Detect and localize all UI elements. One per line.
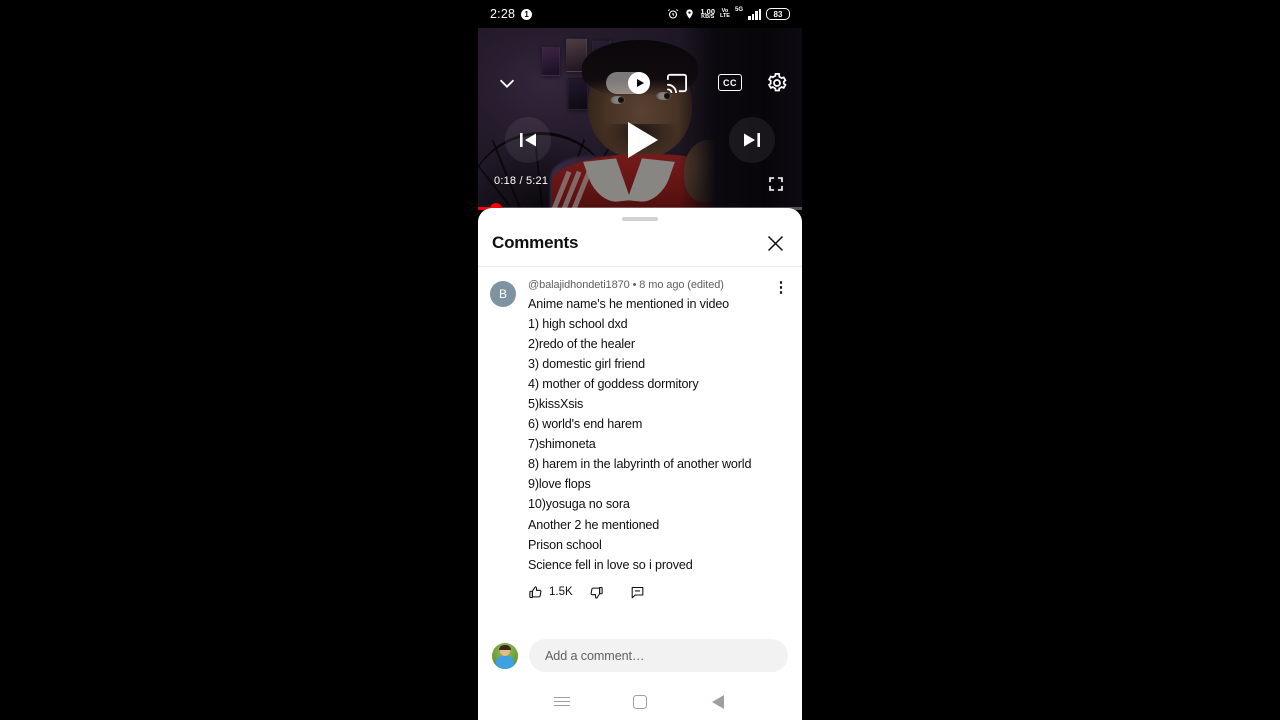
signal-bars-icon bbox=[748, 8, 761, 20]
status-bar-left: 2:28 1 bbox=[490, 7, 533, 21]
recents-glyph bbox=[554, 694, 570, 708]
status-bar: 2:28 1 1.00 KB/S Vo LTE 5G 83 bbox=[478, 0, 802, 28]
play-icon[interactable] bbox=[620, 120, 660, 160]
recents-icon[interactable] bbox=[523, 683, 601, 720]
volte-line-2: LTE bbox=[720, 13, 730, 19]
volte-icon: Vo LTE bbox=[720, 8, 730, 20]
notification-count-badge: 1 bbox=[521, 8, 533, 20]
page-title: Comments bbox=[492, 233, 579, 252]
add-comment-bar: Add a comment… bbox=[478, 630, 802, 683]
back-glyph bbox=[702, 694, 724, 709]
comment-body: @balajidhondeti1870 • 8 mo ago (edited) … bbox=[516, 279, 772, 600]
screen-root: 2:28 1 1.00 KB/S Vo LTE 5G 83 CC 0:18 / … bbox=[0, 0, 1280, 720]
autoplay-toggle[interactable] bbox=[606, 72, 650, 94]
avatar[interactable]: B bbox=[490, 280, 516, 307]
chevron-down-icon[interactable] bbox=[496, 72, 518, 94]
captions-button[interactable]: CC bbox=[718, 74, 742, 91]
comments-header: Comments bbox=[478, 221, 802, 266]
user-avatar[interactable] bbox=[492, 642, 518, 669]
comment-meta[interactable]: @balajidhondeti1870 • 8 mo ago (edited) bbox=[528, 279, 768, 291]
data-rate-unit: KB/S bbox=[701, 14, 715, 20]
comment-item: B @balajidhondeti1870 • 8 mo ago (edited… bbox=[478, 279, 802, 600]
close-icon[interactable] bbox=[765, 233, 786, 254]
video-player[interactable]: CC 0:18 / 5:21 bbox=[478, 28, 802, 210]
alarm-icon bbox=[668, 9, 679, 19]
time-display: 0:18 / 5:21 bbox=[494, 175, 549, 187]
thumbs-down-icon bbox=[590, 586, 603, 599]
previous-track-icon[interactable] bbox=[516, 128, 540, 152]
comments-list[interactable]: B @balajidhondeti1870 • 8 mo ago (edited… bbox=[478, 267, 802, 631]
like-count: 1.5K bbox=[549, 586, 573, 599]
comments-sheet: Comments B @balajidhondeti1870 • 8 mo ag… bbox=[478, 208, 802, 683]
thumbs-up-icon bbox=[529, 586, 542, 598]
autoplay-toggle-knob bbox=[628, 72, 650, 94]
status-bar-right: 1.00 KB/S Vo LTE 5G 83 bbox=[667, 7, 790, 21]
home-glyph bbox=[633, 694, 647, 709]
phone-viewport: 2:28 1 1.00 KB/S Vo LTE 5G 83 CC 0:18 / … bbox=[478, 0, 802, 720]
like-button[interactable]: 1.5K bbox=[528, 585, 573, 600]
back-icon[interactable] bbox=[679, 683, 757, 720]
add-comment-input[interactable]: Add a comment… bbox=[529, 639, 788, 672]
reply-button[interactable] bbox=[630, 585, 645, 600]
battery-icon: 83 bbox=[766, 8, 790, 20]
dislike-button[interactable] bbox=[589, 585, 604, 600]
cast-icon[interactable] bbox=[666, 73, 688, 93]
next-track-icon[interactable] bbox=[740, 128, 764, 152]
gear-icon[interactable] bbox=[766, 72, 788, 94]
fullscreen-icon[interactable] bbox=[768, 176, 784, 192]
home-icon[interactable] bbox=[601, 683, 679, 720]
data-rate-indicator: 1.00 KB/S bbox=[700, 7, 715, 21]
reply-icon bbox=[631, 586, 644, 599]
location-icon bbox=[686, 9, 694, 19]
more-options-icon[interactable]: ⋮ bbox=[772, 279, 790, 600]
comment-text: Anime name's he mentioned in video 1) hi… bbox=[528, 296, 752, 572]
android-nav-bar bbox=[478, 683, 802, 720]
comment-actions: 1.5K bbox=[528, 585, 768, 600]
network-type-label: 5G bbox=[734, 7, 743, 13]
status-clock: 2:28 bbox=[490, 7, 516, 21]
